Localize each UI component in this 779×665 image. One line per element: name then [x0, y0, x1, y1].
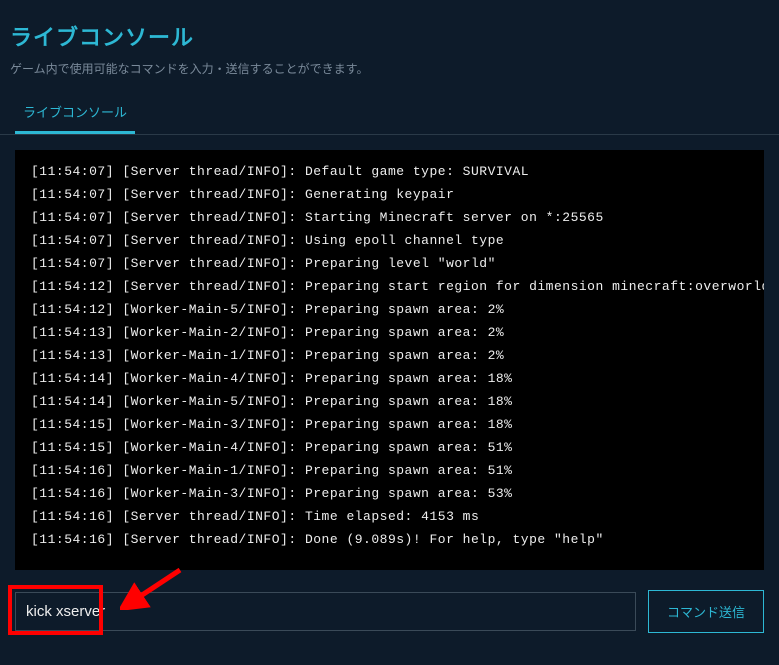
console-line: [11:54:12] [Server thread/INFO]: Prepari… [23, 275, 756, 298]
tab-bar: ライブコンソール [0, 92, 779, 135]
console-line: [11:54:15] [Worker-Main-3/INFO]: Prepari… [23, 413, 756, 436]
console-line: [11:54:07] [Server thread/INFO]: Generat… [23, 183, 756, 206]
console-line: [11:54:13] [Worker-Main-2/INFO]: Prepari… [23, 321, 756, 344]
page-title: ライブコンソール [0, 0, 779, 60]
console-line: [11:54:16] [Worker-Main-3/INFO]: Prepari… [23, 482, 756, 505]
command-input-row: コマンド送信 [0, 585, 779, 648]
page-subtitle: ゲーム内で使用可能なコマンドを入力・送信することができます。 [0, 60, 779, 92]
console-line: [11:54:07] [Server thread/INFO]: Default… [23, 160, 756, 183]
console-line: [11:54:15] [Worker-Main-4/INFO]: Prepari… [23, 436, 756, 459]
console-line: [11:54:07] [Server thread/INFO]: Startin… [23, 206, 756, 229]
console-line: [11:54:16] [Server thread/INFO]: Time el… [23, 505, 756, 528]
console-line: [11:54:07] [Server thread/INFO]: Prepari… [23, 252, 756, 275]
console-line: [11:54:16] [Server thread/INFO]: Done (9… [23, 528, 756, 551]
tab-live-console[interactable]: ライブコンソール [15, 92, 135, 134]
console-line: [11:54:14] [Worker-Main-5/INFO]: Prepari… [23, 390, 756, 413]
send-command-button[interactable]: コマンド送信 [648, 590, 764, 633]
console-line: [11:54:07] [Server thread/INFO]: Using e… [23, 229, 756, 252]
command-input[interactable] [15, 592, 636, 631]
console-line: [11:54:16] [Worker-Main-1/INFO]: Prepari… [23, 459, 756, 482]
console-line: [11:54:13] [Worker-Main-1/INFO]: Prepari… [23, 344, 756, 367]
console-line: [11:54:14] [Worker-Main-4/INFO]: Prepari… [23, 367, 756, 390]
console-output: [11:54:07] [Server thread/INFO]: Default… [15, 150, 764, 570]
console-line: [11:54:12] [Worker-Main-5/INFO]: Prepari… [23, 298, 756, 321]
